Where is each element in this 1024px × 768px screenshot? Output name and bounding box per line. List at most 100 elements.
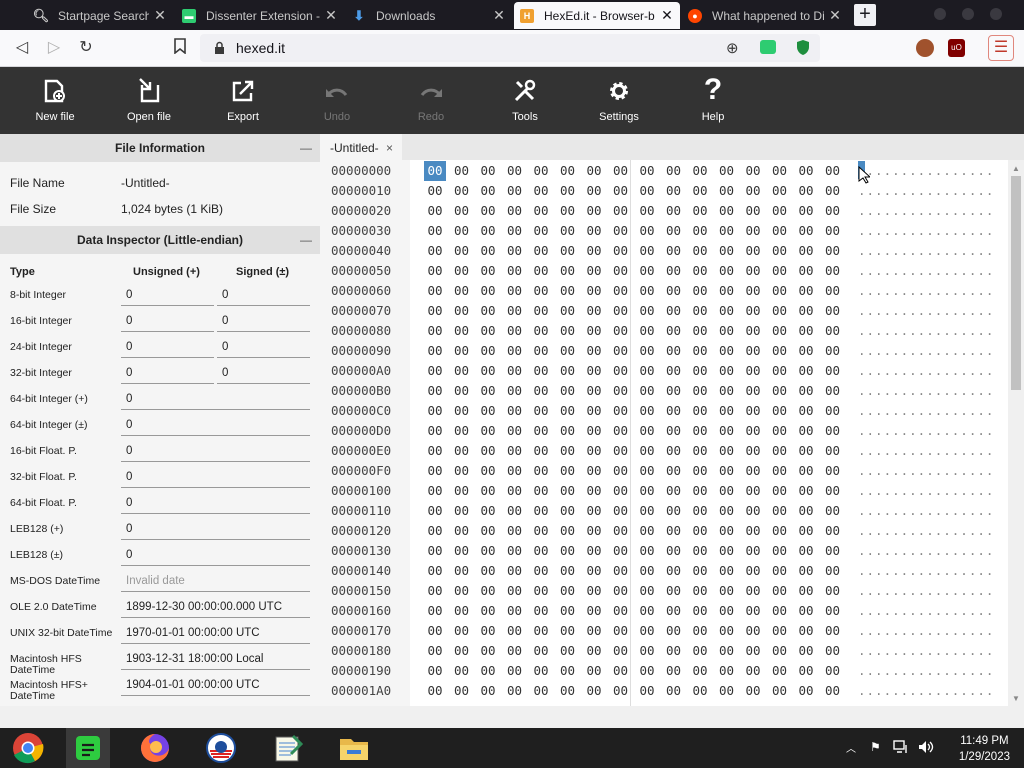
hex-byte[interactable]: 00 xyxy=(663,361,685,381)
hex-byte[interactable]: 00 xyxy=(557,201,579,221)
hex-byte[interactable]: 00 xyxy=(451,621,473,641)
ascii-row[interactable]: ................ xyxy=(858,541,994,561)
hex-byte[interactable]: 00 xyxy=(610,581,632,601)
collapse-icon[interactable]: — xyxy=(300,226,312,254)
hex-byte[interactable]: 00 xyxy=(557,621,579,641)
hex-byte[interactable]: 00 xyxy=(742,361,764,381)
hex-byte[interactable]: 00 xyxy=(769,601,791,621)
hex-byte[interactable]: 00 xyxy=(636,241,658,261)
hex-byte[interactable]: 00 xyxy=(636,501,658,521)
hex-byte[interactable]: 00 xyxy=(583,261,605,281)
file-tab-untitled[interactable]: -Untitled- × xyxy=(320,134,402,160)
hex-byte[interactable]: 00 xyxy=(716,501,738,521)
hex-byte[interactable]: 00 xyxy=(795,221,817,241)
hex-byte[interactable]: 00 xyxy=(742,321,764,341)
hex-byte[interactable]: 00 xyxy=(716,381,738,401)
hex-byte[interactable]: 00 xyxy=(530,421,552,441)
hex-byte[interactable]: 00 xyxy=(424,621,446,641)
hex-byte[interactable]: 00 xyxy=(530,201,552,221)
hex-byte[interactable]: 00 xyxy=(716,401,738,421)
hex-byte[interactable]: 00 xyxy=(769,441,791,461)
hex-byte[interactable]: 00 xyxy=(689,261,711,281)
hex-byte[interactable]: 00 xyxy=(795,281,817,301)
hex-byte[interactable]: 00 xyxy=(663,441,685,461)
hex-byte[interactable]: 00 xyxy=(716,201,738,221)
hex-byte[interactable]: 00 xyxy=(424,661,446,681)
hex-byte[interactable]: 00 xyxy=(477,621,499,641)
hex-byte[interactable]: 00 xyxy=(504,181,526,201)
hex-byte[interactable]: 00 xyxy=(504,601,526,621)
hex-byte[interactable]: 00 xyxy=(451,421,473,441)
hex-byte[interactable]: 00 xyxy=(424,221,446,241)
hex-byte[interactable]: 00 xyxy=(504,521,526,541)
hex-byte[interactable]: 00 xyxy=(689,561,711,581)
hex-byte[interactable]: 00 xyxy=(477,361,499,381)
hex-byte[interactable]: 00 xyxy=(557,601,579,621)
ascii-row[interactable]: ................ xyxy=(858,381,994,401)
ascii-row[interactable]: ................ xyxy=(858,621,994,641)
hex-byte[interactable]: 00 xyxy=(504,641,526,661)
hex-byte[interactable]: 00 xyxy=(557,321,579,341)
hex-byte[interactable]: 00 xyxy=(610,481,632,501)
hex-byte[interactable]: 00 xyxy=(610,181,632,201)
signed-value-field[interactable]: 0 xyxy=(217,285,310,306)
hex-byte[interactable]: 00 xyxy=(636,161,658,181)
ascii-row[interactable]: ................ xyxy=(858,521,994,541)
hex-byte[interactable]: 00 xyxy=(504,261,526,281)
hex-byte[interactable]: 00 xyxy=(689,521,711,541)
hex-byte[interactable]: 00 xyxy=(504,321,526,341)
hex-byte[interactable]: 00 xyxy=(716,681,738,701)
extension-avatar-icon[interactable] xyxy=(916,39,934,57)
hex-byte[interactable]: 00 xyxy=(583,581,605,601)
hex-byte[interactable]: 00 xyxy=(689,241,711,261)
ascii-row[interactable]: ................ xyxy=(858,441,994,461)
hex-byte[interactable]: 00 xyxy=(636,561,658,581)
ascii-row[interactable]: ................ xyxy=(858,321,994,341)
hex-byte[interactable]: 00 xyxy=(530,661,552,681)
hex-byte[interactable]: 00 xyxy=(610,541,632,561)
hex-byte[interactable]: 00 xyxy=(822,241,844,261)
hex-byte[interactable]: 00 xyxy=(610,461,632,481)
hex-byte[interactable]: 00 xyxy=(822,441,844,461)
hex-byte[interactable]: 00 xyxy=(610,561,632,581)
hex-byte[interactable]: 00 xyxy=(451,581,473,601)
hex-byte[interactable]: 00 xyxy=(557,581,579,601)
network-icon[interactable] xyxy=(893,740,909,757)
hex-byte[interactable]: 00 xyxy=(557,521,579,541)
hex-byte[interactable]: 00 xyxy=(769,561,791,581)
ascii-row[interactable]: ................ xyxy=(858,181,994,201)
hex-byte[interactable]: 00 xyxy=(504,581,526,601)
hex-byte[interactable]: 00 xyxy=(477,241,499,261)
url-bar[interactable]: hexed.it ⊕ xyxy=(200,34,820,62)
hex-byte[interactable]: 00 xyxy=(769,401,791,421)
hex-byte[interactable]: 00 xyxy=(424,321,446,341)
hex-byte[interactable]: 00 xyxy=(451,641,473,661)
hex-byte[interactable]: 00 xyxy=(557,641,579,661)
hex-byte[interactable]: 00 xyxy=(716,341,738,361)
hex-byte[interactable]: 00 xyxy=(451,341,473,361)
hex-byte[interactable]: 00 xyxy=(451,301,473,321)
hex-byte[interactable]: 00 xyxy=(795,461,817,481)
hex-byte[interactable]: 00 xyxy=(477,201,499,221)
hex-byte[interactable]: 00 xyxy=(689,441,711,461)
hex-byte[interactable]: 00 xyxy=(424,641,446,661)
hex-byte[interactable]: 00 xyxy=(716,361,738,381)
hex-byte[interactable]: 00 xyxy=(769,301,791,321)
hex-byte[interactable]: 00 xyxy=(424,581,446,601)
hex-byte[interactable]: 00 xyxy=(742,341,764,361)
hex-byte[interactable]: 00 xyxy=(716,461,738,481)
hex-byte[interactable]: 00 xyxy=(530,301,552,321)
hex-byte[interactable]: 00 xyxy=(583,361,605,381)
hex-byte[interactable]: 00 xyxy=(504,341,526,361)
hex-byte[interactable]: 00 xyxy=(822,521,844,541)
hex-byte[interactable]: 00 xyxy=(663,201,685,221)
hex-byte[interactable]: 00 xyxy=(583,521,605,541)
hex-byte[interactable]: 00 xyxy=(530,381,552,401)
close-icon[interactable]: ✕ xyxy=(324,7,338,24)
hex-byte[interactable]: 00 xyxy=(663,261,685,281)
hex-byte[interactable]: 00 xyxy=(795,421,817,441)
hex-byte[interactable]: 00 xyxy=(477,441,499,461)
hex-byte[interactable]: 00 xyxy=(689,541,711,561)
flag-icon[interactable]: ⚑ xyxy=(870,740,881,754)
hex-byte[interactable]: 00 xyxy=(795,361,817,381)
